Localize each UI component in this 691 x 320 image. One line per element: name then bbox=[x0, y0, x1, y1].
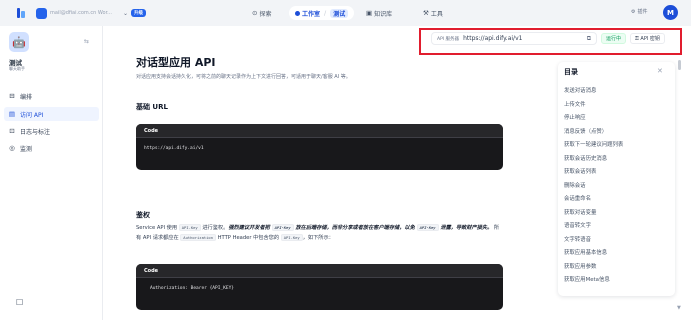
toc-item[interactable]: 停止响应 bbox=[564, 112, 623, 126]
toc-list: 发送对话消息 上传文件 停止响应 消息反馈（点赞） 获取下一轮建议问题列表 获取… bbox=[564, 85, 623, 288]
toc-item[interactable]: 上传文件 bbox=[564, 99, 623, 113]
auth-heading: 鉴权 bbox=[136, 211, 150, 219]
plugins-button[interactable]: ⚙ 插件 bbox=[631, 8, 648, 16]
sidebar-item-orchestrate[interactable]: ⊟ 编排 bbox=[4, 89, 99, 103]
app-icon: 🤖 bbox=[9, 32, 29, 52]
scrollbar-thumb[interactable] bbox=[678, 60, 681, 70]
workspace-name: mail@dfiai.com.cn Wor... bbox=[50, 10, 112, 16]
collapse-sidebar-icon[interactable]: ⇆ bbox=[84, 38, 89, 45]
toc-item[interactable]: 文字转语音 bbox=[564, 234, 623, 248]
base-url-code[interactable]: https://api.dify.ai/v1 bbox=[136, 138, 503, 159]
app-type: 聊天助手 bbox=[9, 66, 25, 71]
scroll-down-arrow-icon[interactable]: ▼ bbox=[677, 305, 681, 311]
annotation-highlight-box bbox=[419, 28, 682, 55]
upgrade-button[interactable]: 升级 bbox=[131, 9, 147, 17]
nav-explore[interactable]: ⊙ 探索 bbox=[252, 6, 271, 20]
nav-knowledge[interactable]: ▣ 知识库 bbox=[366, 6, 392, 20]
table-of-contents: 目录 ✕ 发送对话消息 上传文件 停止响应 消息反馈（点赞） 获取下一轮建议问题… bbox=[558, 62, 675, 296]
chevron-down-icon: ⌄ bbox=[123, 9, 129, 17]
auth-code[interactable]: Authorization: Bearer {API_KEY} bbox=[136, 278, 503, 299]
nav-knowledge-label: 知识库 bbox=[374, 10, 393, 18]
studio-icon bbox=[295, 10, 300, 16]
toc-item[interactable]: 删除会话 bbox=[564, 180, 623, 194]
toc-item[interactable]: 获取应用基本信息 bbox=[564, 247, 623, 261]
code-label: Code bbox=[136, 124, 503, 138]
toc-item[interactable]: 会话重命名 bbox=[564, 193, 623, 207]
nav-studio[interactable]: 工作室 / 测试 bbox=[289, 6, 355, 20]
toc-item[interactable]: 获取应用参数 bbox=[564, 261, 623, 275]
layout-icon: ⊟ bbox=[9, 92, 15, 100]
dify-logo[interactable] bbox=[17, 8, 25, 18]
toc-title: 目录 bbox=[564, 68, 578, 76]
workspace-avatar bbox=[36, 7, 47, 19]
code-label: Code bbox=[136, 264, 503, 278]
main-content: API 服务器 https://api.dify.ai/v1 ⧉ 运行中 ⚿ A… bbox=[103, 26, 691, 320]
sidebar-item-label: 访问 API bbox=[20, 111, 44, 119]
user-avatar[interactable]: M bbox=[663, 5, 678, 20]
toc-item[interactable]: 获取下一轮建议问题列表 bbox=[564, 139, 623, 153]
nav-explore-label: 探索 bbox=[259, 10, 272, 18]
expand-panel-icon[interactable]: ☐ bbox=[16, 298, 23, 307]
toc-item[interactable]: 发送对话消息 bbox=[564, 85, 623, 99]
nav-studio-label: 工作室 bbox=[302, 10, 321, 18]
base-url-code-block: Code https://api.dify.ai/v1 bbox=[136, 124, 503, 170]
compass-icon: ⊙ bbox=[252, 9, 258, 17]
top-bar: mail@dfiai.com.cn Wor... ⌄ 升级 ⊙ 探索 工作室 /… bbox=[0, 0, 691, 26]
toc-item[interactable]: 语音转文字 bbox=[564, 220, 623, 234]
workspace-switcher[interactable]: mail@dfiai.com.cn Wor... ⌄ 升级 bbox=[36, 6, 147, 20]
toc-item[interactable]: 获取应用Meta信息 bbox=[564, 274, 623, 288]
nav-tools[interactable]: ⚒ 工具 bbox=[423, 6, 443, 20]
dashboard-icon: ◎ bbox=[9, 144, 15, 152]
toc-item[interactable]: 消息反馈（点赞） bbox=[564, 126, 623, 140]
sidebar-item-logs[interactable]: ⊡ 日志与标注 bbox=[4, 124, 99, 138]
nav-tools-label: 工具 bbox=[430, 10, 443, 18]
plugin-icon: ⚙ bbox=[631, 8, 636, 15]
page-intro: 对话应用支持会话持久化，可将之前的聊天记录作为上下文进行回答，可适用于聊天/客服… bbox=[136, 74, 351, 80]
plugins-label: 插件 bbox=[637, 9, 648, 15]
sidebar-item-api-access[interactable]: ▤ 访问 API bbox=[4, 107, 99, 121]
auth-code-block: Code Authorization: Bearer {API_KEY} bbox=[136, 264, 503, 310]
close-icon[interactable]: ✕ bbox=[657, 67, 663, 75]
sidebar-item-label: 日志与标注 bbox=[20, 128, 51, 136]
toc-item[interactable]: 获取对话变量 bbox=[564, 207, 623, 221]
hammer-icon: ⚒ bbox=[423, 9, 429, 17]
sidebar: 🤖 ⇆ 测试 聊天助手 ⊟ 编排 ▤ 访问 API ⊡ 日志与标注 ◎ 监测 ☐ bbox=[0, 26, 103, 320]
auth-paragraph: Service API 使用 API-Key 进行鉴权。强烈建议开发者把 API… bbox=[136, 224, 500, 241]
sidebar-item-label: 编排 bbox=[20, 93, 33, 101]
toc-item[interactable]: 获取会话历史消息 bbox=[564, 153, 623, 167]
toc-item[interactable]: 获取会话列表 bbox=[564, 166, 623, 180]
file-list-icon: ⊡ bbox=[9, 127, 15, 135]
nav-separator: / bbox=[324, 9, 327, 17]
terminal-icon: ▤ bbox=[8, 110, 16, 118]
page-title: 对话型应用 API bbox=[136, 56, 216, 69]
current-app-selector[interactable]: 测试 bbox=[330, 8, 349, 18]
sidebar-item-monitoring[interactable]: ◎ 监测 bbox=[4, 141, 99, 155]
sidebar-item-label: 监测 bbox=[20, 145, 33, 153]
base-url-heading: 基础 URL bbox=[136, 103, 168, 111]
book-icon: ▣ bbox=[366, 9, 373, 17]
